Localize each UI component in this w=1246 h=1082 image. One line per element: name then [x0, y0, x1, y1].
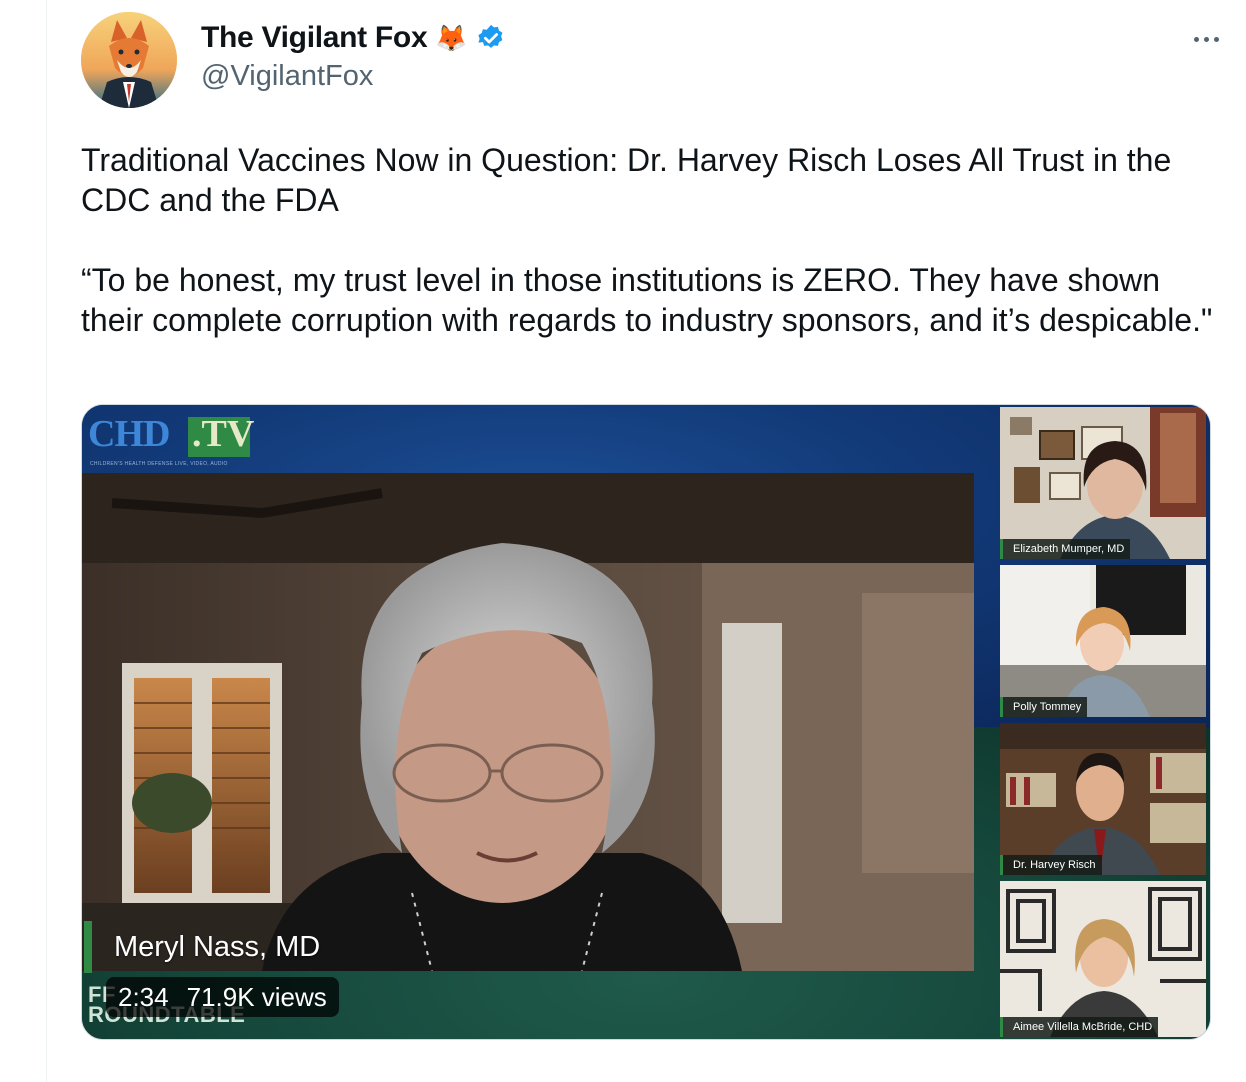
author-display-name[interactable]: The Vigilant Fox	[201, 21, 428, 55]
label-accent	[84, 921, 92, 973]
video-duration: 2:34	[118, 981, 169, 1012]
tweet-paragraph: “To be honest, my trust level in those i…	[81, 262, 1213, 338]
participant-tile: Aimee Villella McBride, CHD	[1000, 881, 1206, 1037]
dot-icon	[1203, 36, 1209, 42]
fox-emoji-icon: 🦊	[435, 22, 468, 53]
participant-video	[1000, 565, 1206, 717]
participant-name: Elizabeth Mumper, MD	[1000, 539, 1131, 559]
dot-icon	[1193, 36, 1199, 42]
participant-video	[1000, 407, 1206, 559]
dot-icon	[1213, 36, 1219, 42]
main-speaker-video	[82, 473, 974, 971]
author-name-row: The Vigilant Fox 🦊	[201, 20, 506, 56]
participant-tile: Polly Tommey	[1000, 565, 1206, 717]
verified-badge-icon	[476, 23, 506, 53]
participant-video	[1000, 723, 1206, 875]
participant-tile: Dr. Harvey Risch	[1000, 723, 1206, 875]
tweet-card: The Vigilant Fox 🦊 @VigilantFox Traditio…	[46, 0, 1246, 1082]
chd-tv-logo: CHD .TV CHILDREN'S HEALTH DEFENSE LIVE, …	[88, 411, 254, 467]
tweet-paragraph: Traditional Vaccines Now in Question: Dr…	[81, 142, 1181, 218]
main-speaker-name: Meryl Nass, MD	[114, 930, 321, 963]
video-stats-overlay: 2:34 71.9K views	[106, 977, 339, 1017]
speaker-scene-image	[82, 473, 974, 971]
tv-logo-text: .TV	[192, 413, 255, 455]
participant-tile: Elizabeth Mumper, MD	[1000, 407, 1206, 559]
video-views: 71.9K views	[186, 981, 327, 1012]
participant-name: Dr. Harvey Risch	[1000, 855, 1102, 875]
tweet-text: Traditional Vaccines Now in Question: Dr…	[81, 140, 1221, 340]
fox-in-suit-icon	[81, 12, 177, 108]
participant-name: Aimee Villella McBride, CHD	[1000, 1017, 1159, 1037]
author-handle[interactable]: @VigilantFox	[201, 60, 373, 93]
participant-name: Polly Tommey	[1000, 697, 1088, 717]
chd-logo-text: CHD	[88, 413, 170, 455]
chd-logo-subtitle: CHILDREN'S HEALTH DEFENSE LIVE, VIDEO, A…	[90, 461, 228, 467]
video-player[interactable]: CHD .TV CHILDREN'S HEALTH DEFENSE LIVE, …	[81, 404, 1211, 1040]
main-speaker-label: Meryl Nass, MD	[84, 921, 320, 973]
more-options-button[interactable]	[1186, 22, 1226, 56]
avatar[interactable]	[81, 12, 177, 108]
participant-video	[1000, 881, 1206, 1037]
